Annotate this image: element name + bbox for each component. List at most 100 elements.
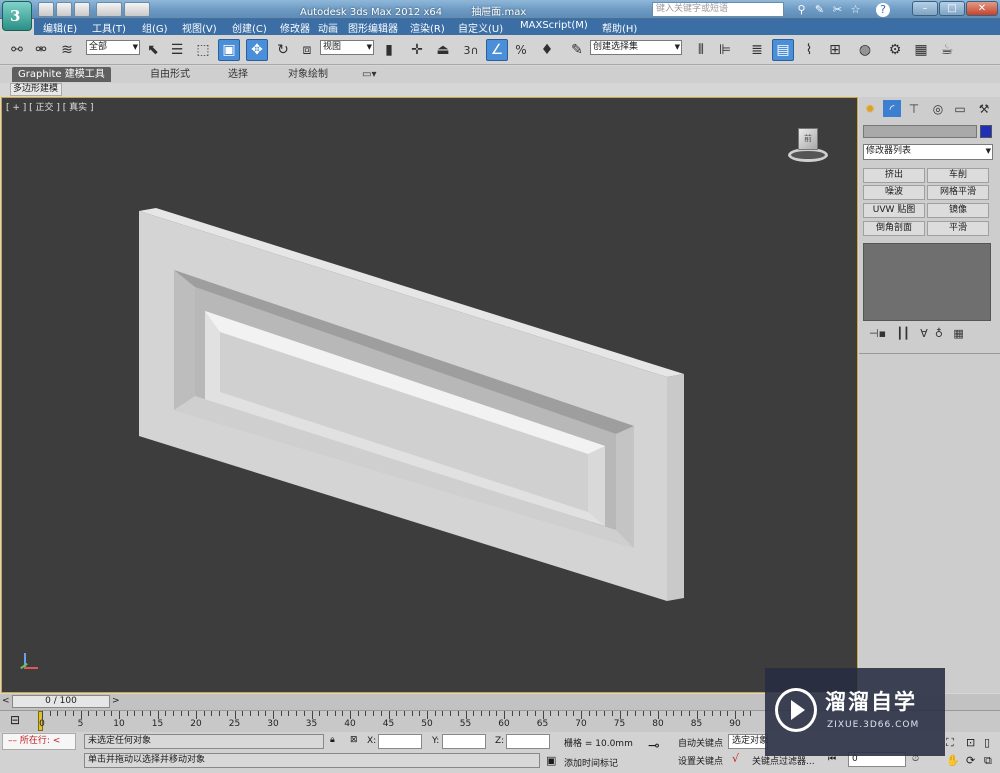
- select-object-icon[interactable]: ⬉: [142, 39, 164, 61]
- render-teapot-icon[interactable]: ☕: [936, 39, 958, 61]
- menu-maxscript[interactable]: MAXScript(M): [520, 20, 588, 31]
- edit-named-selection-icon[interactable]: ✎: [566, 39, 588, 61]
- unlink-icon[interactable]: ⚮: [30, 39, 52, 61]
- modifier-button[interactable]: 平滑: [927, 221, 989, 236]
- rendered-frame-window-icon[interactable]: ▦: [910, 39, 932, 61]
- modify-tab-icon[interactable]: ◜: [883, 100, 901, 117]
- modifier-button[interactable]: 挤出: [863, 168, 925, 183]
- maximize-viewport-icon[interactable]: ⧉: [984, 754, 992, 768]
- redo-icon[interactable]: [124, 2, 150, 17]
- snap-toggle-icon[interactable]: 3 ∩: [460, 39, 482, 61]
- select-by-name-icon[interactable]: ☰: [166, 39, 188, 61]
- menu-views[interactable]: 视图(V): [182, 20, 217, 35]
- select-and-rotate-icon[interactable]: ↻: [272, 39, 294, 61]
- maximize-button[interactable]: □: [939, 1, 965, 16]
- bind-space-warp-icon[interactable]: ≋: [56, 39, 78, 61]
- auto-key-selection-dropdown[interactable]: 选定对象: [728, 734, 768, 749]
- menu-tools[interactable]: 工具(T): [92, 20, 126, 35]
- menu-customize[interactable]: 自定义(U): [458, 20, 503, 35]
- mirror-icon[interactable]: ⫴: [690, 39, 712, 61]
- align-icon[interactable]: ⊫: [714, 39, 736, 61]
- orbit-icon[interactable]: ⟳: [966, 754, 975, 767]
- select-and-manipulate-icon[interactable]: ✛: [406, 39, 428, 61]
- save-file-icon[interactable]: [74, 2, 90, 17]
- time-slider-next-icon[interactable]: >: [112, 696, 120, 706]
- motion-tab-icon[interactable]: ◎: [929, 100, 947, 117]
- curve-editor-icon[interactable]: ⌇: [798, 39, 820, 61]
- layer-manager-icon[interactable]: ≣: [746, 39, 768, 61]
- set-key-label[interactable]: 设置关键点: [678, 754, 723, 767]
- modifier-button[interactable]: 倒角剖面: [863, 221, 925, 236]
- absolute-mode-icon[interactable]: ⊠: [350, 735, 358, 745]
- hierarchy-tab-icon[interactable]: ⊤: [905, 100, 923, 117]
- modifier-stack[interactable]: [863, 243, 991, 321]
- search-input[interactable]: 键入关键字或短语: [652, 2, 784, 17]
- key-mode-icon[interactable]: √: [732, 752, 739, 765]
- ribbon-options-icon[interactable]: ▭▾: [362, 67, 376, 82]
- material-editor-icon[interactable]: ◍: [854, 39, 876, 61]
- pivot-center-icon[interactable]: ▮: [378, 39, 400, 61]
- zoom-all-icon[interactable]: ⊡: [966, 736, 975, 749]
- tab-selection[interactable]: 选择: [228, 67, 248, 82]
- modifier-button[interactable]: 噪波: [863, 185, 925, 200]
- modifier-button[interactable]: UVW 贴图: [863, 203, 925, 218]
- menu-rendering[interactable]: 渲染(R): [410, 20, 445, 35]
- z-coordinate-field[interactable]: [506, 734, 550, 749]
- object-color-swatch[interactable]: [980, 125, 992, 138]
- field-of-view-icon[interactable]: ▯: [984, 736, 990, 749]
- menu-graph-editors[interactable]: 图形编辑器: [348, 20, 398, 35]
- tab-graphite-modeling[interactable]: Graphite 建模工具: [12, 67, 111, 82]
- menu-modifiers[interactable]: 修改器: [280, 20, 310, 35]
- display-tab-icon[interactable]: ▭: [951, 100, 969, 117]
- schematic-view-icon[interactable]: ⊞: [824, 39, 846, 61]
- key-icon[interactable]: ✂: [830, 2, 845, 17]
- binoculars-icon[interactable]: ⚲: [794, 2, 809, 17]
- help-icon[interactable]: ?: [876, 3, 890, 17]
- close-button[interactable]: ✕: [966, 1, 998, 16]
- percent-snap-icon[interactable]: %: [510, 39, 532, 61]
- new-file-icon[interactable]: [38, 2, 54, 17]
- tools-icon[interactable]: ✎: [812, 2, 827, 17]
- reference-coordinate-dropdown[interactable]: 视图: [320, 40, 374, 55]
- select-and-move-icon[interactable]: ✥: [246, 39, 268, 61]
- create-tab-icon[interactable]: ✹: [861, 100, 879, 117]
- pan-view-icon[interactable]: ✋: [946, 754, 960, 767]
- modifier-button[interactable]: 车削: [927, 168, 989, 183]
- utilities-tab-icon[interactable]: ⚒: [975, 100, 993, 117]
- menu-help[interactable]: 帮助(H): [602, 20, 637, 35]
- star-icon[interactable]: ☆: [848, 2, 863, 17]
- window-crossing-icon[interactable]: ▣: [218, 39, 240, 61]
- render-setup-icon[interactable]: ⚙: [884, 39, 906, 61]
- select-and-scale-icon[interactable]: ⧈: [296, 39, 318, 61]
- selection-filter-dropdown[interactable]: 全部: [86, 40, 140, 55]
- add-time-tag-button[interactable]: 添加时间标记: [564, 756, 618, 769]
- auto-key-label[interactable]: 自动关键点: [678, 736, 723, 749]
- menu-create[interactable]: 创建(C): [232, 20, 267, 35]
- maxscript-listener[interactable]: –– 所在行: <: [2, 733, 76, 750]
- spinner-snap-icon[interactable]: ♦: [536, 39, 558, 61]
- keyboard-shortcut-override-icon[interactable]: ⏏: [432, 39, 454, 61]
- lock-selection-icon[interactable]: 🔒︎: [330, 735, 335, 745]
- frame-indicator[interactable]: 0 / 100: [12, 695, 110, 708]
- pin-stack-icon[interactable]: ⊣▪: [869, 327, 886, 340]
- remove-modifier-icon[interactable]: ♁: [935, 327, 943, 340]
- modifier-button[interactable]: 镜像: [927, 203, 989, 218]
- angle-snap-icon[interactable]: ∠: [486, 39, 508, 61]
- menu-edit[interactable]: 编辑(E): [43, 20, 77, 35]
- rectangular-selection-icon[interactable]: ⬚: [192, 39, 214, 61]
- make-unique-icon[interactable]: ∀: [920, 327, 928, 340]
- show-end-result-icon[interactable]: ┃┃: [897, 327, 910, 340]
- menu-group[interactable]: 组(G): [142, 20, 168, 35]
- viewcube-icon[interactable]: 前: [788, 128, 828, 162]
- object-name-field[interactable]: [863, 125, 977, 138]
- undo-icon[interactable]: [96, 2, 122, 17]
- perspective-viewport[interactable]: [ + ] [ 正交 ] [ 真实 ] 前: [1, 97, 858, 693]
- menu-animation[interactable]: 动画: [318, 20, 338, 35]
- configure-modifier-sets-icon[interactable]: ▦: [953, 327, 963, 340]
- link-icon[interactable]: ⚯: [6, 39, 28, 61]
- tab-object-paint[interactable]: 对象绘制: [288, 67, 328, 82]
- time-slider-prev-icon[interactable]: <: [2, 696, 10, 706]
- modifier-button[interactable]: 网格平滑: [927, 185, 989, 200]
- set-key-icon[interactable]: ⊸: [648, 738, 660, 754]
- y-coordinate-field[interactable]: [442, 734, 486, 749]
